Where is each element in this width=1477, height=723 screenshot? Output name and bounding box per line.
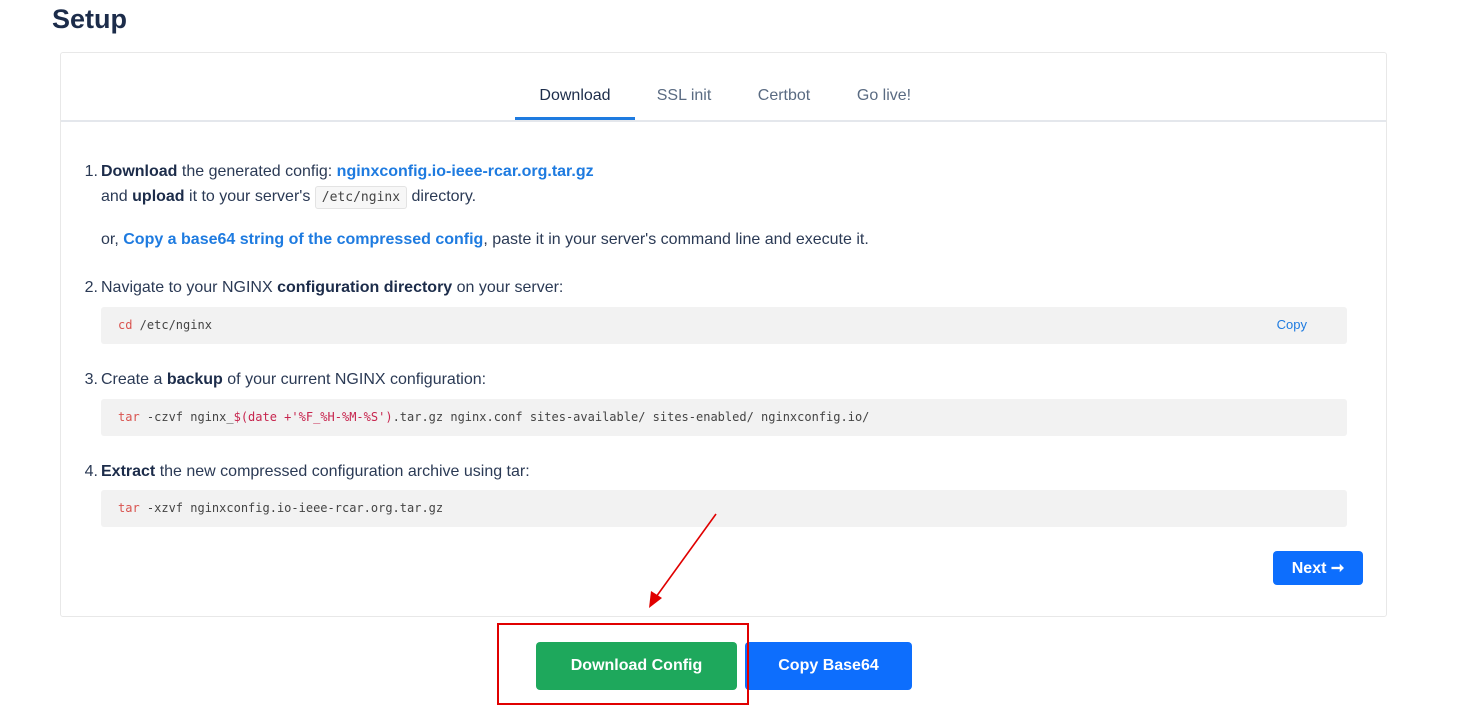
tab-certbot[interactable]: Certbot (741, 87, 827, 120)
step-3-line: Create a backup of your current NGINX co… (101, 371, 486, 389)
step-2-number: 2. (84, 279, 98, 296)
next-button[interactable]: Next ➞ (1273, 551, 1363, 585)
tar-keyword: tar (118, 410, 140, 424)
tar-keyword-extract: tar (118, 501, 140, 515)
page-title: Setup (52, 4, 128, 34)
step-3-text: Create a (101, 371, 167, 388)
step-2-text-end: on your server: (452, 279, 564, 296)
step-1-text-or: or, (101, 231, 124, 248)
download-config-button[interactable]: Download Config (536, 642, 737, 690)
step-4-text: the new compressed configuration archive… (155, 463, 530, 480)
extract-command-block: tar -xzvf nginxconfig.io-ieee-rcar.org.t… (101, 490, 1347, 527)
step-1-line-1: Download the generated config: nginxconf… (101, 163, 594, 181)
step-1-text: the generated config: (177, 163, 337, 180)
step-2-bold: configuration directory (277, 279, 453, 296)
date-substitution: $(date +'%F_%H-%M-%S') (233, 410, 393, 424)
step-1-line-2: and upload it to your server's /etc/ngin… (101, 186, 477, 209)
step-2-line: Navigate to your NGINX configuration dir… (101, 279, 563, 297)
backup-args-1: -czvf nginx_ (139, 410, 234, 424)
config-file-link[interactable]: nginxconfig.io-ieee-rcar.org.tar.gz (337, 163, 594, 180)
step-1-text-server: it to your server's (184, 188, 315, 205)
step-1-text-paste: , paste it in your server's command line… (483, 231, 869, 248)
step-1-upload-bold: upload (132, 188, 185, 205)
tab-bar: Download SSL init Certbot Go live! (61, 53, 1386, 122)
step-3-number: 3. (84, 371, 98, 388)
nginx-path-code: /etc/nginx (314, 186, 408, 209)
step-3-text-end: of your current NGINX configuration: (222, 371, 487, 388)
step-4-bold: Extract (101, 463, 156, 480)
cd-command-block: cd /etc/nginx Copy (101, 307, 1347, 344)
tab-ssl-init[interactable]: SSL init (641, 87, 727, 120)
tab-go-live[interactable]: Go live! (841, 87, 927, 120)
copy-base64-link[interactable]: Copy a base64 string of the compressed c… (123, 231, 483, 248)
step-3-bold: backup (166, 371, 223, 388)
step-1-text-directory: directory. (407, 188, 477, 205)
step-4-number: 4. (84, 463, 98, 480)
step-1-number: 1. (84, 163, 98, 180)
step-1-text-and: and (101, 188, 133, 205)
cd-keyword: cd (118, 318, 133, 332)
cd-command-args: /etc/nginx (132, 318, 212, 332)
backup-command-block: tar -czvf nginx_$(date +'%F_%H-%M-%S').t… (101, 399, 1347, 436)
copy-button[interactable]: Copy (1277, 317, 1307, 332)
tab-download[interactable]: Download (515, 87, 635, 120)
step-1-line-3: or, Copy a base64 string of the compress… (101, 231, 869, 249)
extract-command-args: -xzvf nginxconfig.io-ieee-rcar.org.tar.g… (139, 501, 444, 515)
step-1-bold: Download (101, 163, 178, 180)
setup-card: Download SSL init Certbot Go live! 1. Do… (60, 52, 1387, 617)
backup-args-2: .tar.gz nginx.conf sites-available/ site… (392, 410, 870, 424)
step-4-line: Extract the new compressed configuration… (101, 463, 530, 481)
copy-base64-button[interactable]: Copy Base64 (745, 642, 912, 690)
step-2-text: Navigate to your NGINX (101, 279, 278, 296)
